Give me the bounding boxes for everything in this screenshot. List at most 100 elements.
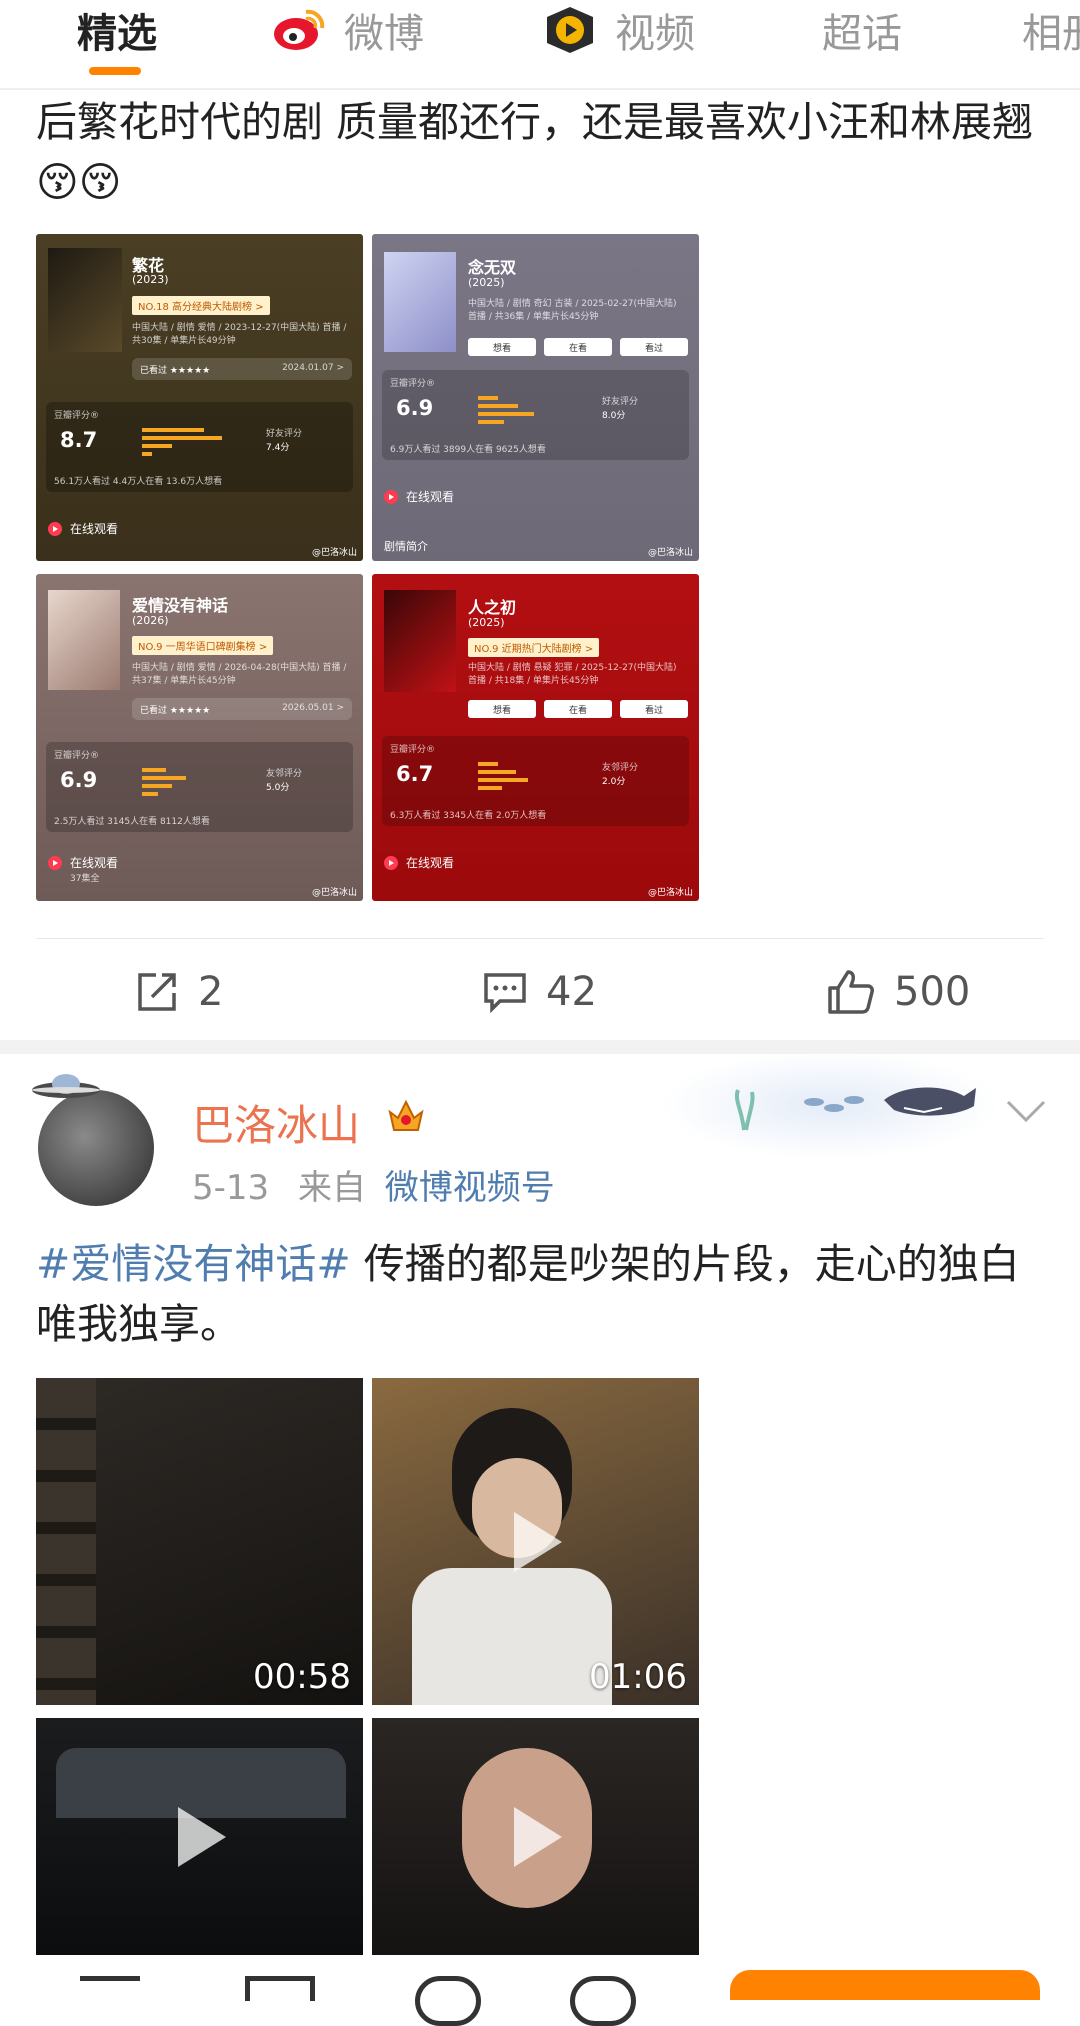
watermark: @巴洛冰山 xyxy=(311,548,357,558)
watched-button: 看过 xyxy=(620,338,688,356)
card-stats: 6.3万人看过 3345人在看 2.0万人想看 xyxy=(390,811,547,821)
tab-video[interactable]: 视频 xyxy=(543,0,695,60)
tab-super-topic[interactable]: 超话 xyxy=(822,0,902,60)
watch-online-row: 在线观看 xyxy=(384,854,454,871)
hashtag-link[interactable]: #爱情没有神话# xyxy=(36,1240,351,1288)
video-thumbnail[interactable] xyxy=(372,1718,699,1955)
tab-label: 精选 xyxy=(77,11,157,57)
rating-bar xyxy=(478,420,504,424)
username[interactable]: 巴洛冰山 xyxy=(192,1092,360,1153)
chevron-down-icon[interactable] xyxy=(1004,1096,1048,1140)
rating-panel: 豆瓣评分® 8.7 好友评分 7.4分 56.1万人看过 4.4万人在看 13.… xyxy=(46,402,353,492)
play-icon xyxy=(384,855,398,870)
nav-icon[interactable] xyxy=(245,1976,315,2001)
image-douban-card-aiqing[interactable]: 爱情没有神话 (2026) NO.9 一周华语口碑剧集榜 > 中国大陆 / 剧情… xyxy=(36,574,363,901)
ufo-badge-icon xyxy=(30,1072,102,1098)
card-year: (2023) xyxy=(132,273,169,286)
video-thumbnail[interactable] xyxy=(36,1718,363,1955)
rating-bar xyxy=(478,762,498,766)
rank-badge: NO.18 高分经典大陆剧榜 > xyxy=(132,296,270,315)
rating-bar xyxy=(478,412,534,416)
card-meta: 中国大陆 / 剧情 爱情 / 2023-12-27(中国大陆) 首播 / 共30… xyxy=(132,323,347,346)
card-title: 人之初 xyxy=(468,598,517,617)
tab-featured[interactable]: 精选 xyxy=(77,0,157,60)
image-douban-card-fanhua[interactable]: 繁花 (2023) NO.18 高分经典大陆剧榜 > 中国大陆 / 剧情 爱情 … xyxy=(36,234,363,561)
nav-icon[interactable] xyxy=(570,1976,636,2026)
rating-bar xyxy=(142,776,186,780)
compose-button[interactable] xyxy=(730,1970,1040,2000)
seen-label: 已看过 ★★★★★ xyxy=(140,366,211,376)
friend-score: 5.0分 xyxy=(266,783,290,793)
post-meta: 5-13 来自 微博视频号 xyxy=(192,1160,555,1209)
like-button[interactable]: 500 xyxy=(826,962,970,1022)
poster-thumbnail xyxy=(48,590,120,690)
rating-bar xyxy=(142,436,222,440)
image-douban-card-renzhichu[interactable]: 人之初 (2025) NO.9 近期热门大陆剧榜 > 中国大陆 / 剧情 悬疑 … xyxy=(372,574,699,901)
douban-score: 6.7 xyxy=(396,762,434,786)
rating-bar xyxy=(142,792,158,796)
rating-panel: 豆瓣评分® 6.9 友邻评分 5.0分 2.5万人看过 3145人在看 8112… xyxy=(46,742,353,832)
sea-creatures-icon xyxy=(734,1087,976,1131)
watch-online-row: 在线观看 xyxy=(384,488,454,505)
friend-rating-label: 友邻评分 xyxy=(602,763,639,773)
poster-thumbnail xyxy=(384,590,456,692)
card-stats: 2.5万人看过 3145人在看 8112人想看 xyxy=(54,817,210,827)
watermark: @巴洛冰山 xyxy=(311,888,357,898)
image-douban-card-nianwushuang[interactable]: 念无双 (2025) 中国大陆 / 剧情 奇幻 古装 / 2025-02-27(… xyxy=(372,234,699,561)
like-count: 500 xyxy=(894,969,971,1015)
rating-label: 豆瓣评分® xyxy=(390,745,436,755)
rating-bar xyxy=(142,444,172,448)
watch-online-row: 在线观看 xyxy=(48,854,118,871)
card-year: (2025) xyxy=(468,276,505,289)
watched-button: 看过 xyxy=(620,700,688,718)
rank-badge: NO.9 一周华语口碑剧集榜 > xyxy=(132,636,274,655)
friend-score: 2.0分 xyxy=(602,777,626,787)
nav-icon[interactable] xyxy=(415,1976,481,2026)
douban-score: 6.9 xyxy=(396,396,434,420)
watch-label: 在线观看 xyxy=(70,856,119,870)
rating-label: 豆瓣评分® xyxy=(54,411,100,421)
repost-button[interactable]: 2 xyxy=(134,962,223,1022)
rating-label: 豆瓣评分® xyxy=(390,379,436,389)
watch-label: 在线观看 xyxy=(406,856,455,870)
video-thumbnail[interactable]: 00:58 xyxy=(36,1378,363,1705)
top-tab-bar: 精选 微博 视频 超话 相册 xyxy=(0,0,1080,90)
tab-album[interactable]: 相册 xyxy=(1022,0,1080,60)
watching-button: 在看 xyxy=(544,338,612,356)
video-duration: 00:58 xyxy=(253,1657,351,1697)
rating-bar xyxy=(478,404,518,408)
tab-label: 微博 xyxy=(344,11,424,57)
seen-label: 已看过 ★★★★★ xyxy=(140,706,211,716)
douban-score: 8.7 xyxy=(60,428,98,452)
source-link[interactable]: 微博视频号 xyxy=(385,1168,555,1208)
rating-bar xyxy=(478,396,498,400)
rating-bar xyxy=(142,768,166,772)
friend-rating-label: 友邻评分 xyxy=(266,769,303,779)
video-play-icon xyxy=(543,3,597,57)
want-to-watch-button: 想看 xyxy=(468,338,536,356)
bookshelf-scene xyxy=(36,1378,96,1705)
friend-rating-label: 好友评分 xyxy=(266,429,303,439)
avatar[interactable] xyxy=(38,1090,154,1206)
video-thumbnail[interactable]: 01:06 xyxy=(372,1378,699,1705)
nav-icon[interactable] xyxy=(80,1976,140,2001)
seen-date: 2024.01.07 > xyxy=(282,363,344,373)
card-meta: 中国大陆 / 剧情 奇幻 古装 / 2025-02-27(中国大陆) 首播 / … xyxy=(468,299,677,322)
comment-button[interactable]: 42 xyxy=(482,962,597,1022)
plot-intro-label: 剧情简介 xyxy=(384,540,428,553)
rank-badge: NO.9 近期热门大陆剧榜 > xyxy=(468,638,600,657)
friend-score: 8.0分 xyxy=(602,411,626,421)
video-duration: 01:06 xyxy=(589,1657,687,1697)
seen-row: 已看过 ★★★★★ 2024.01.07 > xyxy=(132,358,352,380)
rating-panel: 豆瓣评分® 6.7 友邻评分 2.0分 6.3万人看过 3345人在看 2.0万… xyxy=(382,736,689,826)
card-stats: 56.1万人看过 4.4万人在看 13.6万人想看 xyxy=(54,477,223,487)
card-year: (2025) xyxy=(468,616,505,629)
episode-count: 37集全 xyxy=(70,874,100,884)
bottom-toolbar xyxy=(0,1958,1080,2026)
tab-weibo[interactable]: 微博 xyxy=(272,0,424,60)
comment-icon xyxy=(484,973,526,1014)
card-meta: 中国大陆 / 剧情 爱情 / 2026-04-28(中国大陆) 首播 / 共37… xyxy=(132,663,347,686)
play-icon xyxy=(177,1806,226,1867)
divider xyxy=(36,938,1044,939)
watch-label: 在线观看 xyxy=(406,490,455,504)
